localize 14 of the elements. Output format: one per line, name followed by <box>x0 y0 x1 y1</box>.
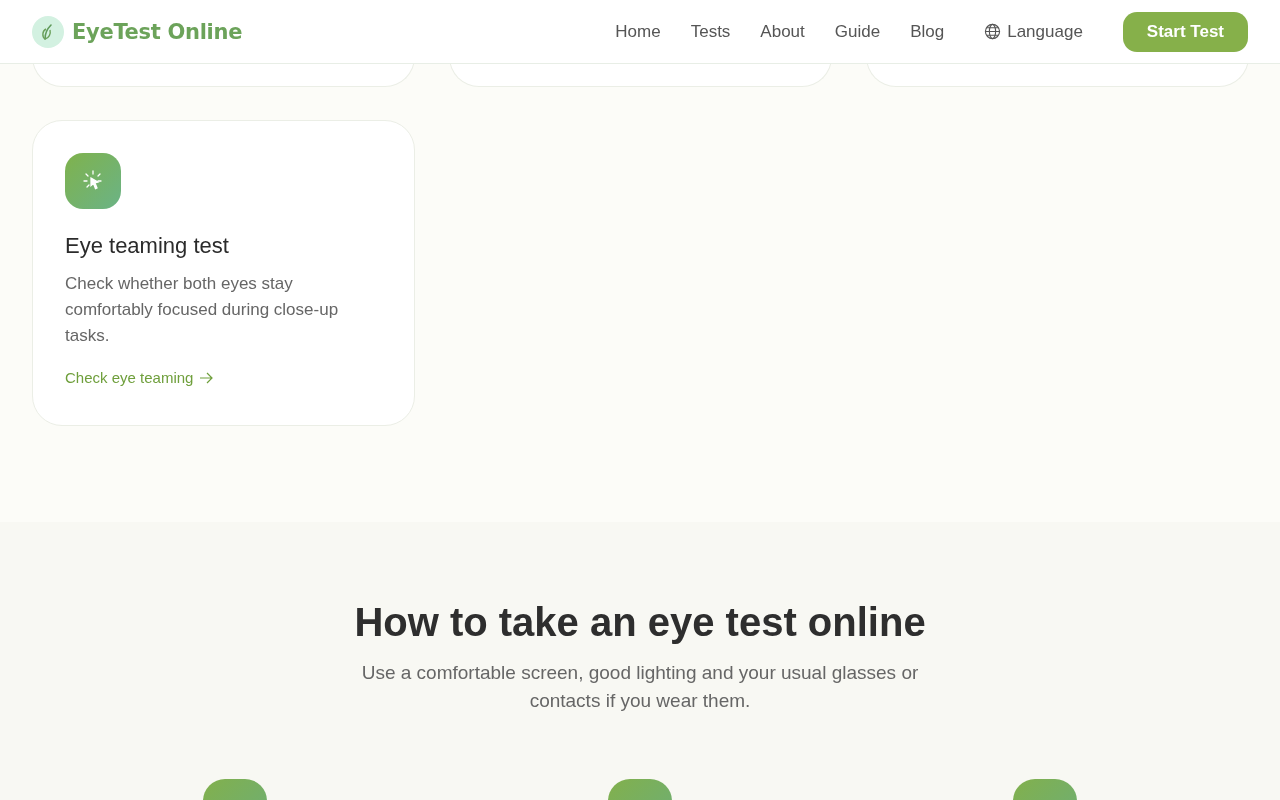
language-menu[interactable]: Language <box>984 21 1083 42</box>
section-heading: How to take an eye test online <box>354 600 926 645</box>
cursor-click-icon <box>65 153 121 209</box>
nav-link[interactable]: Tests <box>690 21 731 42</box>
nav-link[interactable]: Blog <box>910 21 945 42</box>
card-title: Eye teaming test <box>65 233 230 259</box>
nav-link[interactable]: Home <box>615 21 661 42</box>
globe-icon <box>984 23 1002 40</box>
leaf-logo-icon <box>32 15 64 48</box>
nav-link[interactable]: Guide <box>834 21 881 42</box>
arrow-right-icon <box>199 371 214 384</box>
nav-link[interactable]: About <box>760 21 805 42</box>
card-description: Check whether both eyes stay comfortably focused during close-up tasks. <box>65 273 340 347</box>
section-subtitle: Use a comfortable screen, good lighting and your usual glasses or contacts if you wear them. <box>360 661 920 713</box>
